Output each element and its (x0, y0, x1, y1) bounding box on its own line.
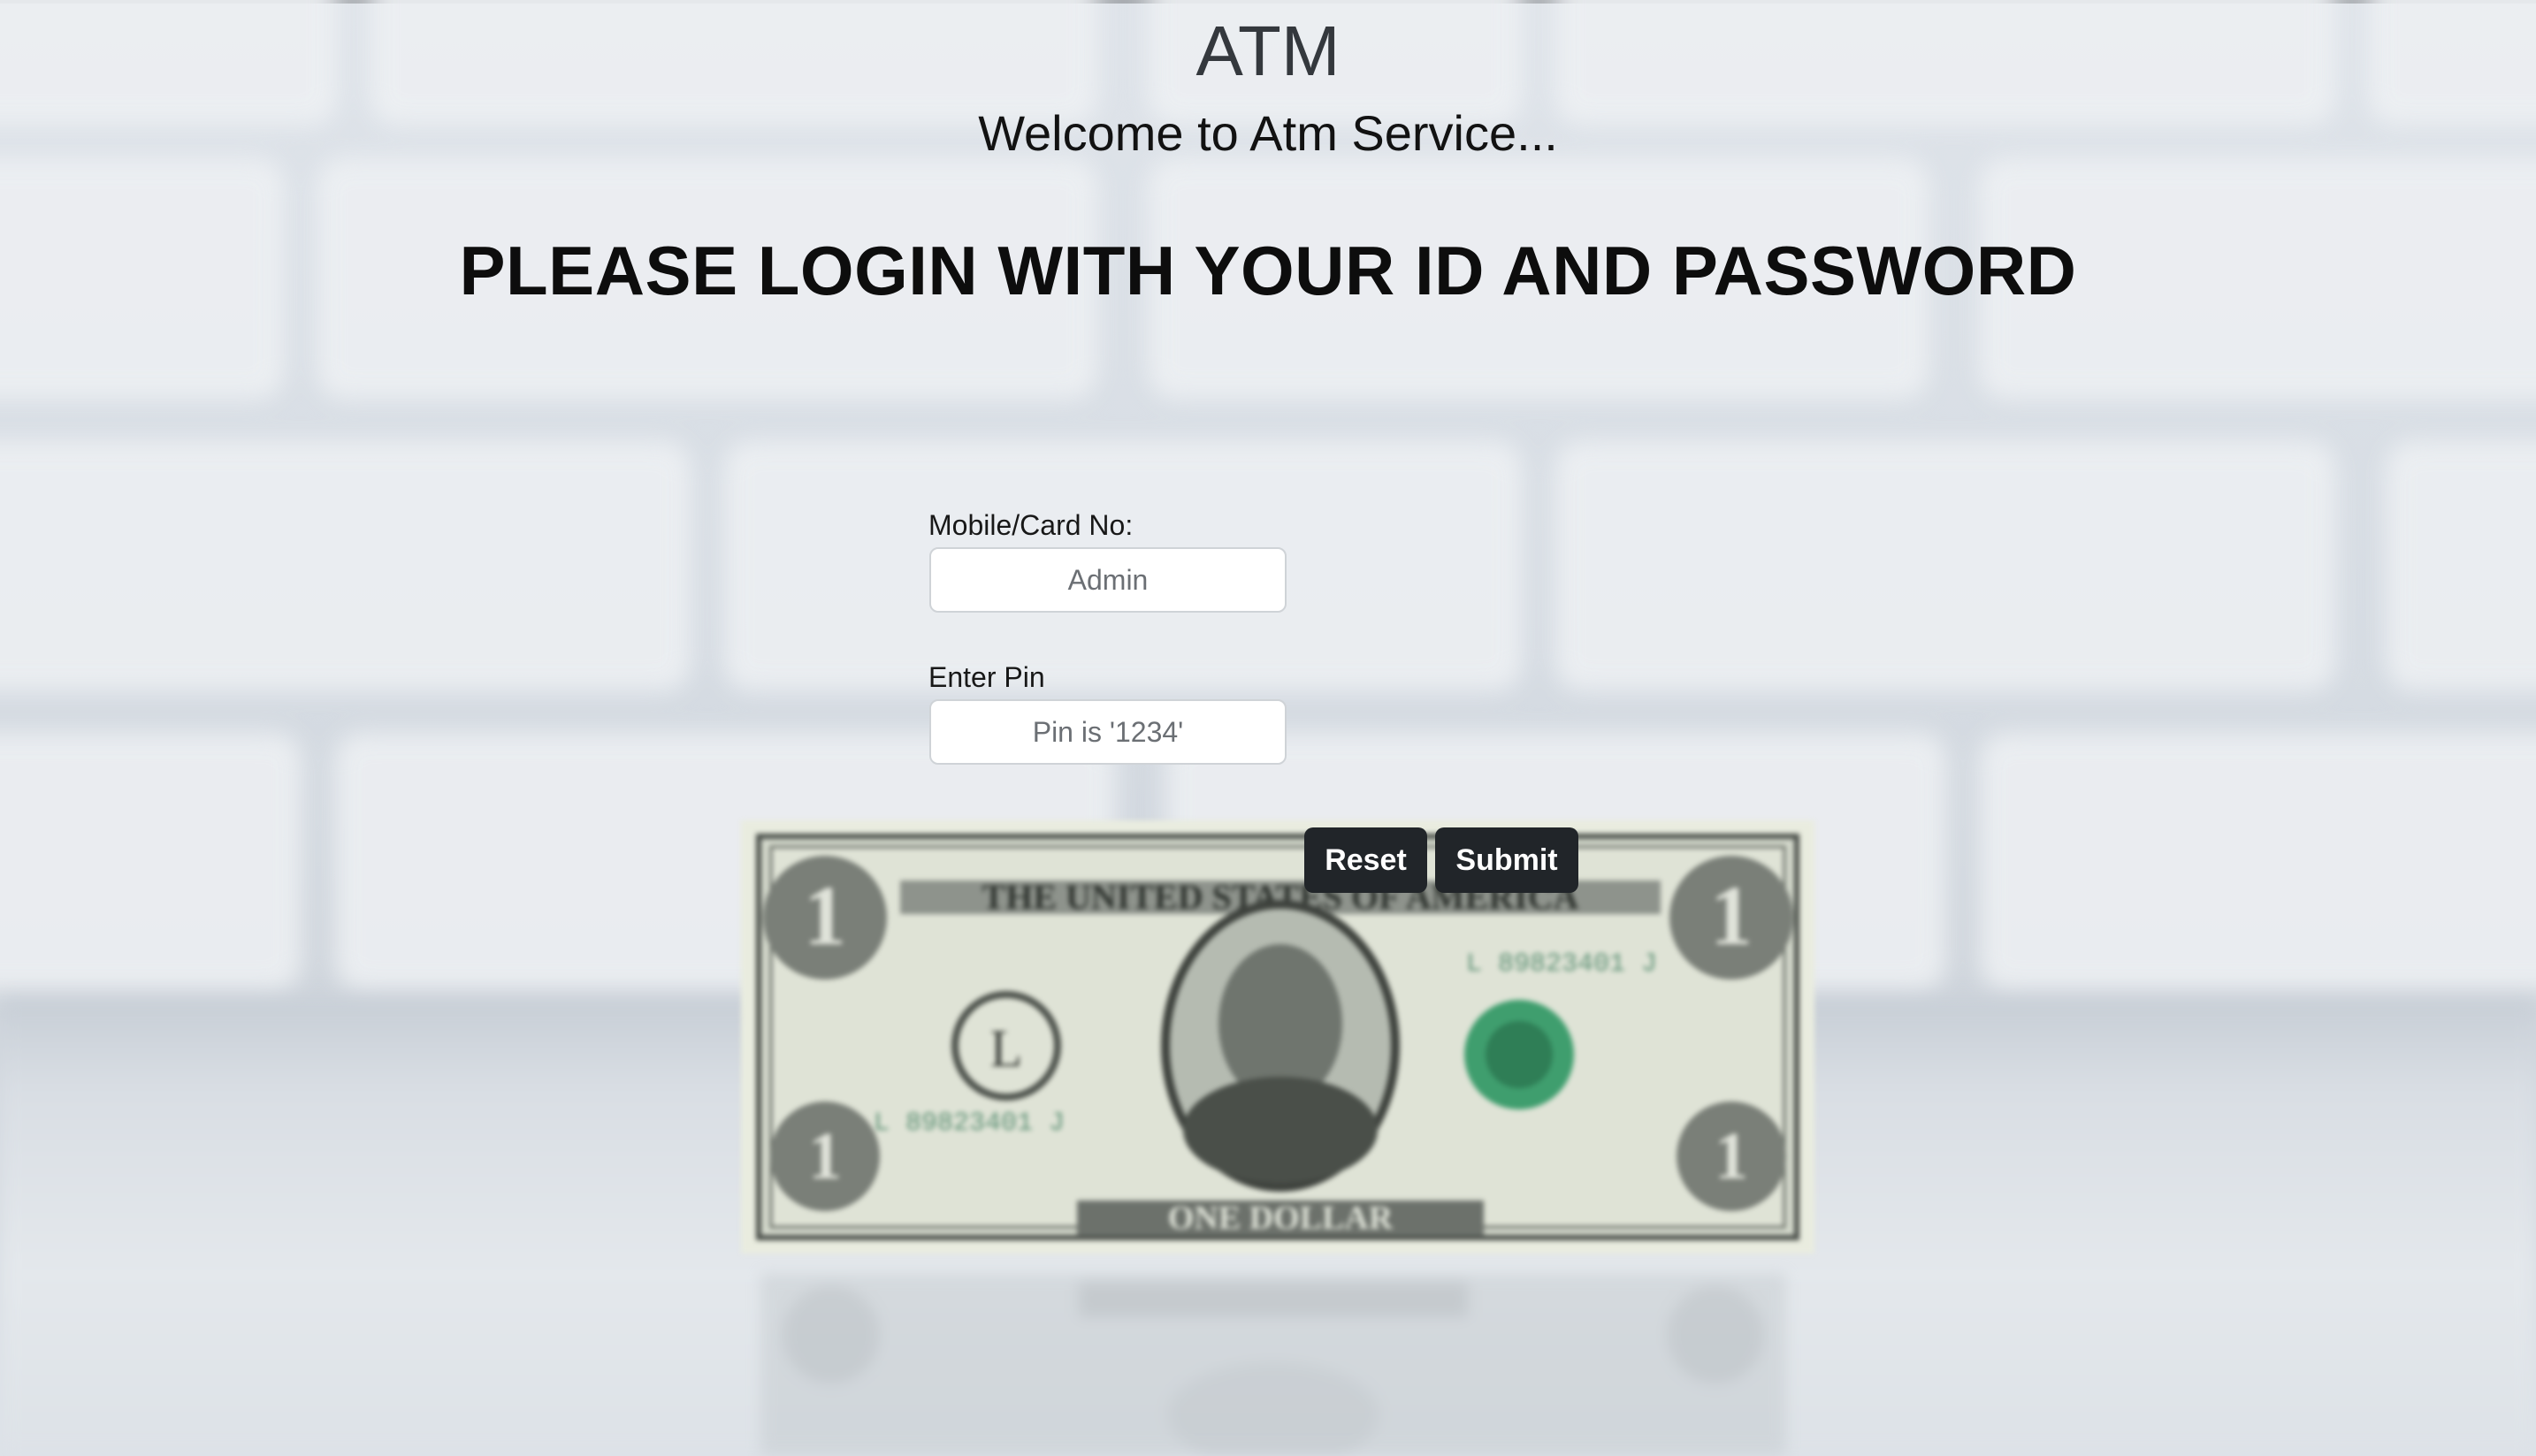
bill-reflection (760, 1273, 1786, 1456)
svg-text:1: 1 (808, 1119, 842, 1193)
pin-label: Enter Pin (928, 661, 1045, 693)
bill-denomination: ONE DOLLAR (1168, 1200, 1394, 1237)
svg-text:L: L (990, 1019, 1023, 1078)
submit-button[interactable]: Submit (1435, 827, 1578, 893)
bill-serial-left: L 89823401 J (874, 1109, 1065, 1139)
svg-text:1: 1 (1710, 868, 1753, 963)
svg-text:1: 1 (804, 868, 846, 963)
card-number-label: Mobile/Card No: (928, 509, 1134, 541)
login-heading: PLEASE LOGIN WITH YOUR ID AND PASSWORD (459, 232, 2077, 309)
bill-serial-right: L 89823401 J (1466, 949, 1657, 980)
welcome-text: Welcome to Atm Service... (978, 105, 1558, 161)
svg-text:1: 1 (1715, 1119, 1748, 1193)
card-number-input[interactable] (929, 547, 1287, 613)
dollar-bill-image: THE UNITED STATES OF AMERICA 1 1 1 1 L L… (741, 820, 1814, 1254)
app-title: ATM (1195, 11, 1341, 90)
reset-button[interactable]: Reset (1304, 827, 1427, 893)
pin-input[interactable] (929, 699, 1287, 765)
